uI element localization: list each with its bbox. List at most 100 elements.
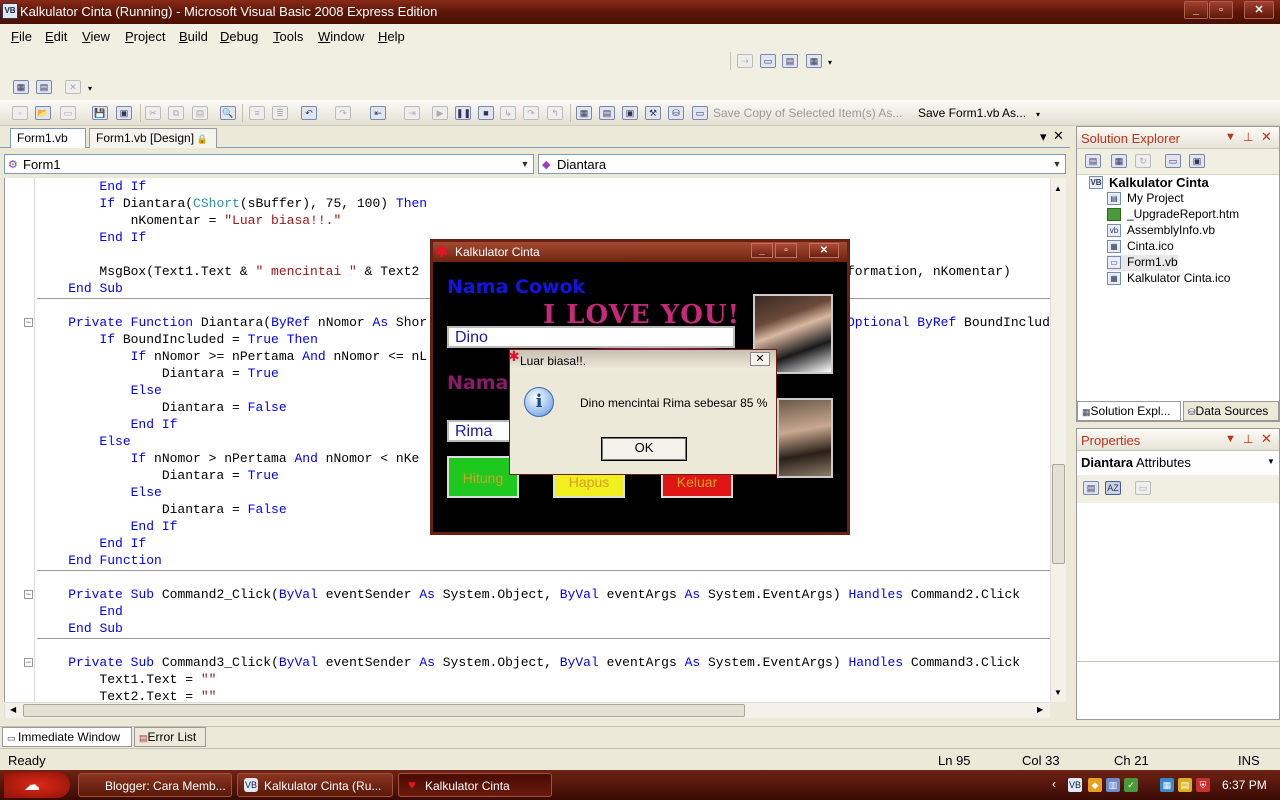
collapse-icon[interactable]: − (24, 658, 33, 667)
start-debug-icon[interactable]: ▶ (432, 106, 448, 120)
window-icon[interactable]: ▭ (760, 54, 776, 68)
solution-explorer-icon[interactable]: ▦ (576, 106, 592, 120)
code-line[interactable]: End If (37, 518, 178, 535)
show-all-files-icon[interactable]: ▦ (1111, 154, 1127, 168)
code-line[interactable]: End If (37, 229, 146, 246)
code-line[interactable]: Else (37, 484, 162, 501)
code-line[interactable]: Diantara = True (37, 467, 279, 484)
scroll-up-icon[interactable]: ▲ (1054, 184, 1062, 193)
code-line[interactable]: Private Sub Command2_Click(ByVal eventSe… (37, 586, 1020, 603)
network-icon[interactable]: ▥ (1106, 778, 1120, 792)
tab-error-list[interactable]: ▤Error List (134, 727, 206, 747)
view-designer-icon[interactable]: ▣ (1189, 154, 1205, 168)
app-maximize-button[interactable]: ▫ (775, 243, 797, 258)
cut-icon[interactable]: ✂ (145, 106, 161, 120)
solution-item[interactable]: vb AssemblyInfo.vb (1107, 223, 1215, 239)
scroll-down-icon[interactable]: ▼ (1054, 688, 1062, 697)
table-icon[interactable]: ▤ (36, 80, 52, 94)
collapse-icon[interactable]: − (24, 318, 33, 327)
save-form-as-button[interactable]: Save Form1.vb As... (918, 106, 1026, 120)
save-icon[interactable]: 💾 (92, 106, 108, 120)
menu-help[interactable]: Help (378, 29, 405, 44)
tray-folder-icon[interactable]: ▤ (1178, 778, 1192, 792)
close-button[interactable]: ✕ (1244, 1, 1274, 19)
code-line[interactable]: nKomentar = "Luar biasa!!." (37, 212, 342, 229)
toolbox-icon[interactable]: ⚒ (645, 106, 661, 120)
h-scrollbar-thumb[interactable] (23, 704, 745, 717)
code-line[interactable]: End If (37, 416, 178, 433)
break-all-icon[interactable]: ❚❚ (455, 106, 471, 120)
code-line[interactable]: If nNomor > nPertama And nNomor < nKe (37, 450, 420, 467)
menu-project[interactable]: Project (125, 29, 165, 44)
navigate-backward-icon[interactable]: ⇤ (370, 106, 386, 120)
stop-debug-icon[interactable]: ■ (478, 106, 494, 120)
message-box-close-button[interactable]: ✕ (750, 352, 770, 366)
code-line[interactable]: End If (37, 178, 146, 195)
paste-icon[interactable]: ▤ (192, 106, 208, 120)
code-line[interactable]: Diantara = True (37, 365, 279, 382)
save-copy-button[interactable]: Save Copy of Selected Item(s) As... (713, 106, 902, 120)
refresh-icon[interactable]: ↻ (1135, 154, 1151, 168)
code-line[interactable]: If nNomor >= nPertama And nNomor <= nL (37, 348, 427, 365)
code-line[interactable]: If Diantara(CShort(sBuffer), 75, 100) Th… (37, 195, 427, 212)
menu-edit[interactable]: Edit (45, 29, 67, 44)
tab-form1-design[interactable]: Form1.vb [Design] 🔒 (89, 128, 217, 148)
solution-item[interactable]: _UpgradeReport.htm (1107, 207, 1239, 223)
collapse-icon[interactable]: − (24, 590, 33, 599)
menu-debug[interactable]: Debug (220, 29, 258, 44)
tab-form1-vb[interactable]: Form1.vb 🔒 (10, 128, 86, 158)
code-line[interactable]: MsgBox(Text1.Text & " mencintai " & Text… (37, 263, 419, 280)
grid-icon[interactable]: ▦ (13, 80, 29, 94)
step-into-icon[interactable]: ↳ (500, 106, 516, 120)
class-name-combo[interactable]: ⚙ Form1 ▼ (4, 154, 534, 174)
find-icon[interactable]: 🔍 (220, 106, 236, 120)
minimize-button[interactable]: _ (1184, 1, 1208, 19)
solution-item[interactable]: ▭ Form1.vb (1107, 255, 1178, 271)
editor-vertical-scrollbar[interactable]: ▲ ▼ (1050, 178, 1066, 702)
properties-icon[interactable]: ▤ (599, 106, 615, 120)
code-line[interactable]: Diantara = False (37, 501, 287, 518)
step-over-icon[interactable]: ↷ (523, 106, 539, 120)
code-line[interactable]: End Sub (37, 280, 123, 297)
security-icon[interactable]: ✓ (1124, 778, 1138, 792)
new-project-icon[interactable]: ▫ (12, 106, 28, 120)
solution-item[interactable]: ▦ Kalkulator Cinta.ico (1107, 271, 1230, 287)
redo-icon[interactable]: ↷ (335, 106, 351, 120)
solution-item[interactable]: ▦ Cinta.ico (1107, 239, 1174, 255)
close-panel-icon[interactable]: ✕ (1261, 431, 1272, 447)
save-all-icon[interactable]: ▣ (116, 106, 132, 120)
watch-icon[interactable]: ▤ (782, 54, 798, 68)
toolbar-overflow-icon-2[interactable]: ▾ (88, 84, 92, 93)
start-button[interactable]: ☁ (4, 772, 70, 798)
object-browser-icon[interactable]: ▣ (622, 106, 638, 120)
code-line[interactable]: Text1.Text = "" (37, 671, 216, 688)
code-line[interactable]: Diantara = False (37, 399, 287, 416)
code-line[interactable]: Private Function Diantara(ByRef nNomor A… (37, 314, 427, 331)
properties-object-combo[interactable]: Diantara Attributes ▼ (1077, 451, 1279, 475)
show-next-statement-icon[interactable]: ⇢ (737, 54, 753, 68)
open-folder-icon[interactable]: 📂 (35, 106, 51, 120)
pin-icon[interactable]: ⊥ (1243, 432, 1253, 446)
call-stack-icon[interactable]: ▦ (806, 54, 822, 68)
task-kalkulator-cinta[interactable]: ♥ Kalkulator Cinta (398, 773, 552, 797)
code-line[interactable]: End If (37, 535, 146, 552)
show-hidden-icons-icon[interactable]: ‹ (1052, 777, 1056, 791)
ok-button[interactable]: OK (601, 437, 687, 461)
toolbar-overflow-icon-3[interactable]: ▾ (1036, 110, 1040, 119)
delete-icon[interactable]: ✕ (65, 80, 81, 94)
tray-program-icon[interactable]: ▦ (1160, 778, 1174, 792)
scrollbar-thumb[interactable] (1052, 464, 1065, 564)
code-line[interactable]: If BoundIncluded = True Then (37, 331, 317, 348)
menu-tools[interactable]: Tools (273, 29, 303, 44)
dropdown-icon[interactable]: ▼ (1225, 433, 1236, 445)
toolbar-overflow-icon[interactable]: ▾ (828, 58, 832, 67)
code-line[interactable]: Else (37, 382, 162, 399)
undo-icon[interactable]: ↶ (301, 106, 317, 120)
step-out-icon[interactable]: ↰ (547, 106, 563, 120)
tab-solution-explorer[interactable]: ▦Solution Expl... (1077, 401, 1181, 421)
task-blogger[interactable]: Blogger: Cara Memb... (78, 773, 232, 797)
nama-cewek-input[interactable]: Rima (447, 420, 511, 442)
tab-overflow-icon[interactable]: ▾ (1040, 129, 1047, 145)
alphabetical-icon[interactable]: AZ (1105, 481, 1121, 495)
code-line[interactable]: Private Sub Command3_Click(ByVal eventSe… (37, 654, 1020, 671)
